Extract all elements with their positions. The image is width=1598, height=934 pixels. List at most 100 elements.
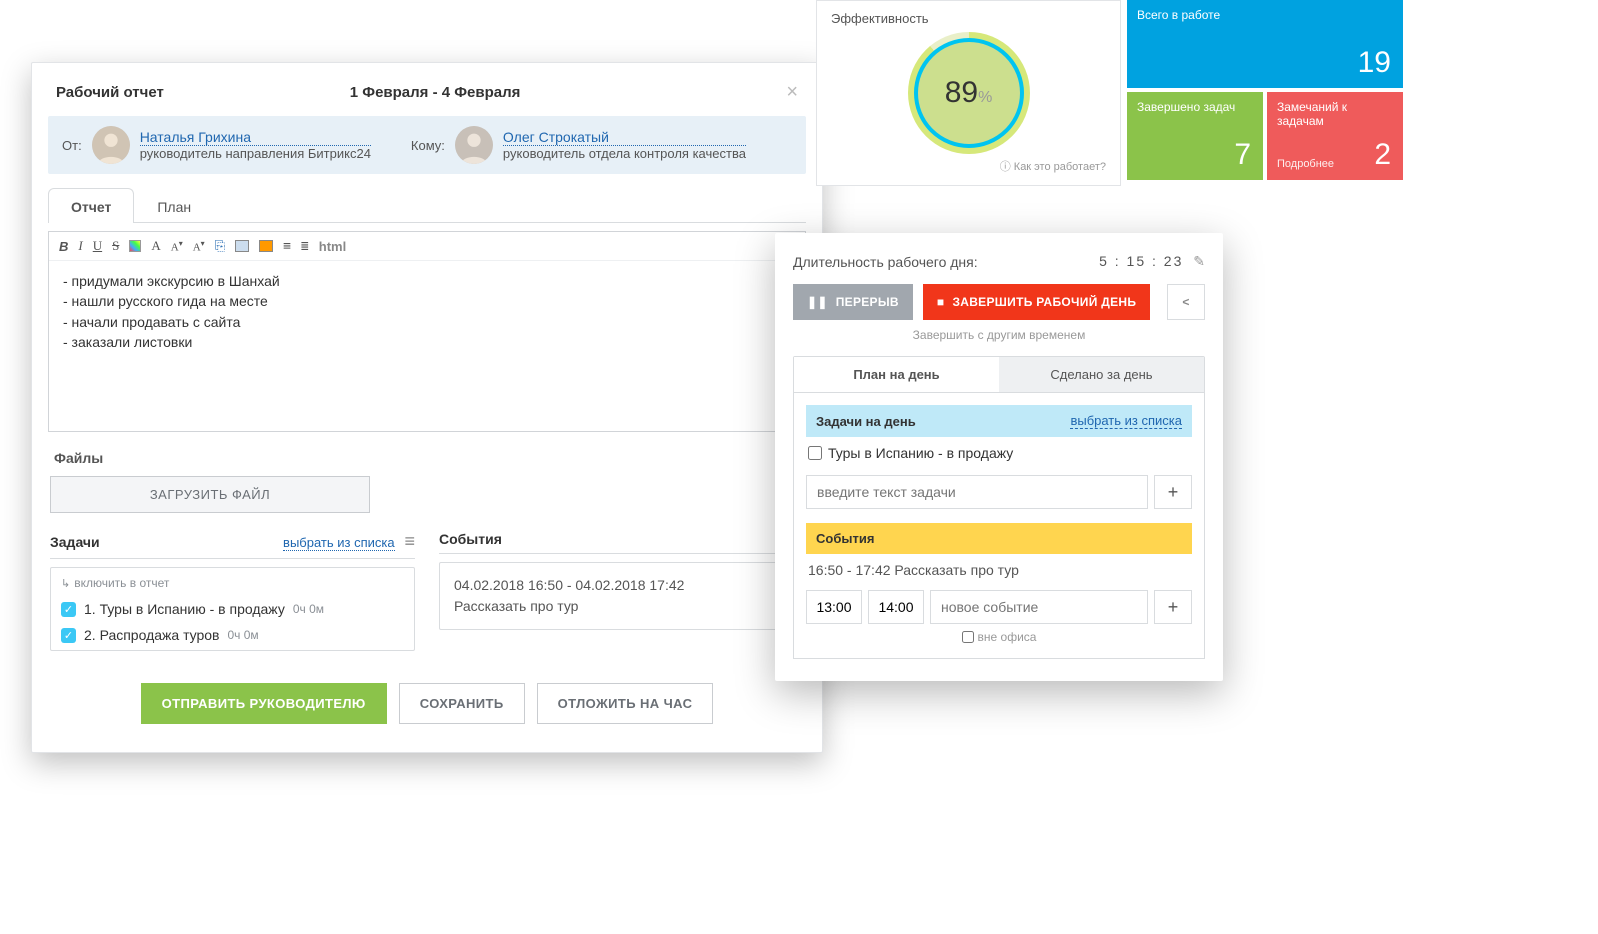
task-row: ✓ 2. Распродажа туров 0ч 0м bbox=[61, 622, 404, 648]
task-time: 0ч 0м bbox=[228, 628, 259, 642]
workday-panel: Длительность рабочего дня: 5 : 15 : 23 ✎… bbox=[775, 233, 1223, 681]
tab-day-done[interactable]: Сделано за день bbox=[999, 357, 1204, 392]
tile-done-value: 7 bbox=[1234, 138, 1251, 172]
tile-total-value: 19 bbox=[1358, 46, 1391, 80]
send-button[interactable]: ОТПРАВИТЬ РУКОВОДИТЕЛЮ bbox=[141, 683, 387, 724]
ol-icon[interactable]: ≡ bbox=[283, 239, 291, 254]
day-task-text: Туры в Испанию - в продажу bbox=[828, 445, 1013, 461]
add-event-button[interactable]: + bbox=[1154, 590, 1192, 624]
day-events-title: События bbox=[816, 531, 874, 546]
tab-day-plan[interactable]: План на день bbox=[794, 357, 999, 392]
to-name-link[interactable]: Олег Строкатый bbox=[503, 129, 746, 146]
tasks-title: Задачи bbox=[50, 534, 100, 550]
day-tasks-header: Задачи на день выбрать из списка bbox=[806, 405, 1192, 437]
effectiveness-title: Эффективность bbox=[831, 11, 1106, 26]
parties-bar: От: Наталья Грихина руководитель направл… bbox=[48, 116, 806, 174]
tile-done[interactable]: Завершено задач 7 bbox=[1127, 92, 1263, 180]
day-task-checkbox[interactable] bbox=[808, 446, 822, 460]
stop-icon: ■ bbox=[937, 295, 945, 309]
out-of-office-label: вне офиса bbox=[978, 630, 1037, 644]
finish-other-time-link[interactable]: Завершить с другим временем bbox=[793, 328, 1205, 342]
select-from-list-link[interactable]: выбрать из списка bbox=[283, 535, 395, 551]
tile-total[interactable]: Всего в работе 19 bbox=[1127, 0, 1403, 88]
task-text: 1. Туры в Испанию - в продажу bbox=[84, 601, 285, 617]
strike-icon[interactable]: S bbox=[112, 238, 119, 254]
report-tabs: Отчет План bbox=[48, 188, 806, 223]
tasks-box: включить в отчет ✓ 1. Туры в Испанию - в… bbox=[50, 567, 415, 651]
share-icon: < bbox=[1182, 295, 1189, 309]
bold-icon[interactable]: B bbox=[59, 239, 68, 254]
pause-icon: ❚❚ bbox=[807, 295, 828, 309]
how-it-works-link[interactable]: Как это работает? bbox=[831, 158, 1106, 174]
tile-done-label: Завершено задач bbox=[1137, 100, 1235, 114]
task-text: 2. Распродажа туров bbox=[84, 627, 220, 643]
color-icon[interactable] bbox=[129, 240, 141, 252]
select-from-list-link[interactable]: выбрать из списка bbox=[1070, 413, 1182, 429]
editor-toolbar: B I U S A A▾ A▾ ⎘ ≡ ≣ html bbox=[49, 232, 805, 261]
edit-time-icon[interactable]: ✎ bbox=[1193, 253, 1205, 269]
tile-issues-value: 2 bbox=[1374, 138, 1391, 172]
report-daterange: 1 Февраля - 4 Февраля bbox=[84, 84, 786, 101]
effectiveness-card: Эффективность 89% Как это работает? bbox=[816, 0, 1121, 186]
event-from-input[interactable] bbox=[806, 590, 862, 624]
new-event-input[interactable] bbox=[930, 590, 1148, 624]
event-to-input[interactable] bbox=[868, 590, 924, 624]
day-events-header: События bbox=[806, 523, 1192, 554]
tile-issues-label: Замечаний к задачам bbox=[1277, 100, 1347, 128]
tab-report[interactable]: Отчет bbox=[48, 188, 134, 223]
share-button[interactable]: < bbox=[1167, 284, 1205, 320]
tile-more-link[interactable]: Подробнее bbox=[1277, 158, 1334, 170]
avatar-to bbox=[455, 126, 493, 164]
rich-editor: B I U S A A▾ A▾ ⎘ ≡ ≣ html - придумали э… bbox=[48, 231, 806, 432]
report-modal: Рабочий отчет 1 Февраля - 4 Февраля × От… bbox=[31, 62, 823, 753]
event-text: Рассказать про тур bbox=[454, 596, 789, 617]
tile-total-label: Всего в работе bbox=[1137, 8, 1220, 22]
upload-file-button[interactable]: ЗАГРУЗИТЬ ФАЙЛ bbox=[50, 476, 370, 513]
from-name-link[interactable]: Наталья Грихина bbox=[140, 129, 371, 146]
pause-button[interactable]: ❚❚ ПЕРЕРЫВ bbox=[793, 284, 913, 320]
duration-value: 5 : 15 : 23 bbox=[1099, 253, 1183, 269]
event-box: 04.02.2018 16:50 - 04.02.2018 17:42 Расс… bbox=[439, 562, 804, 630]
underline-icon[interactable]: U bbox=[93, 238, 102, 254]
duration-label: Длительность рабочего дня: bbox=[793, 254, 978, 270]
task-checkbox[interactable]: ✓ bbox=[61, 602, 76, 617]
footer-actions: ОТПРАВИТЬ РУКОВОДИТЕЛЮ СОХРАНИТЬ ОТЛОЖИТ… bbox=[32, 683, 822, 724]
add-task-button[interactable]: + bbox=[1154, 475, 1192, 509]
pause-label: ПЕРЕРЫВ bbox=[836, 295, 899, 309]
out-of-office-checkbox[interactable] bbox=[962, 631, 974, 643]
avatar-from bbox=[92, 126, 130, 164]
editor-body[interactable]: - придумали экскурсию в Шанхай - нашли р… bbox=[49, 261, 805, 431]
video-icon[interactable] bbox=[259, 240, 273, 252]
link-icon[interactable]: ⎘ bbox=[215, 238, 225, 254]
save-button[interactable]: СОХРАНИТЬ bbox=[399, 683, 525, 724]
end-workday-button[interactable]: ■ ЗАВЕРШИТЬ РАБОЧИЙ ДЕНЬ bbox=[923, 284, 1150, 320]
postpone-button[interactable]: ОТЛОЖИТЬ НА ЧАС bbox=[537, 683, 714, 724]
fontcolor-icon[interactable]: A▾ bbox=[193, 239, 205, 254]
tab-plan[interactable]: План bbox=[134, 188, 214, 223]
font-icon[interactable]: A bbox=[151, 238, 160, 254]
include-in-report-label: включить в отчет bbox=[61, 576, 404, 590]
day-event-line: 16:50 - 17:42 Рассказать про тур bbox=[806, 554, 1192, 586]
effectiveness-gauge: 89% bbox=[908, 32, 1030, 154]
image-icon[interactable] bbox=[235, 240, 249, 252]
end-workday-label: ЗАВЕРШИТЬ РАБОЧИЙ ДЕНЬ bbox=[952, 295, 1136, 309]
to-role: руководитель отдела контроля качества bbox=[503, 146, 746, 161]
files-label: Файлы bbox=[54, 450, 800, 466]
day-tasks-title: Задачи на день bbox=[816, 414, 916, 429]
new-task-input[interactable] bbox=[806, 475, 1148, 509]
tile-issues[interactable]: Замечаний к задачам Подробнее 2 bbox=[1267, 92, 1403, 180]
from-label: От: bbox=[62, 138, 82, 153]
italic-icon[interactable]: I bbox=[78, 238, 82, 254]
stat-tiles: Всего в работе 19 Завершено задач 7 Заме… bbox=[1127, 0, 1403, 180]
task-checkbox[interactable]: ✓ bbox=[61, 628, 76, 643]
task-time: 0ч 0м bbox=[293, 602, 324, 616]
list-icon[interactable]: ≡ bbox=[404, 531, 415, 551]
ul-icon[interactable]: ≣ bbox=[301, 239, 309, 254]
from-role: руководитель направления Битрикс24 bbox=[140, 146, 371, 161]
percent-sign: % bbox=[978, 89, 992, 106]
day-task-row: Туры в Испанию - в продажу bbox=[806, 437, 1192, 469]
close-icon[interactable]: × bbox=[786, 81, 798, 104]
html-button[interactable]: html bbox=[319, 239, 346, 254]
event-time: 04.02.2018 16:50 - 04.02.2018 17:42 bbox=[454, 575, 789, 596]
fontsize-icon[interactable]: A▾ bbox=[171, 239, 183, 254]
